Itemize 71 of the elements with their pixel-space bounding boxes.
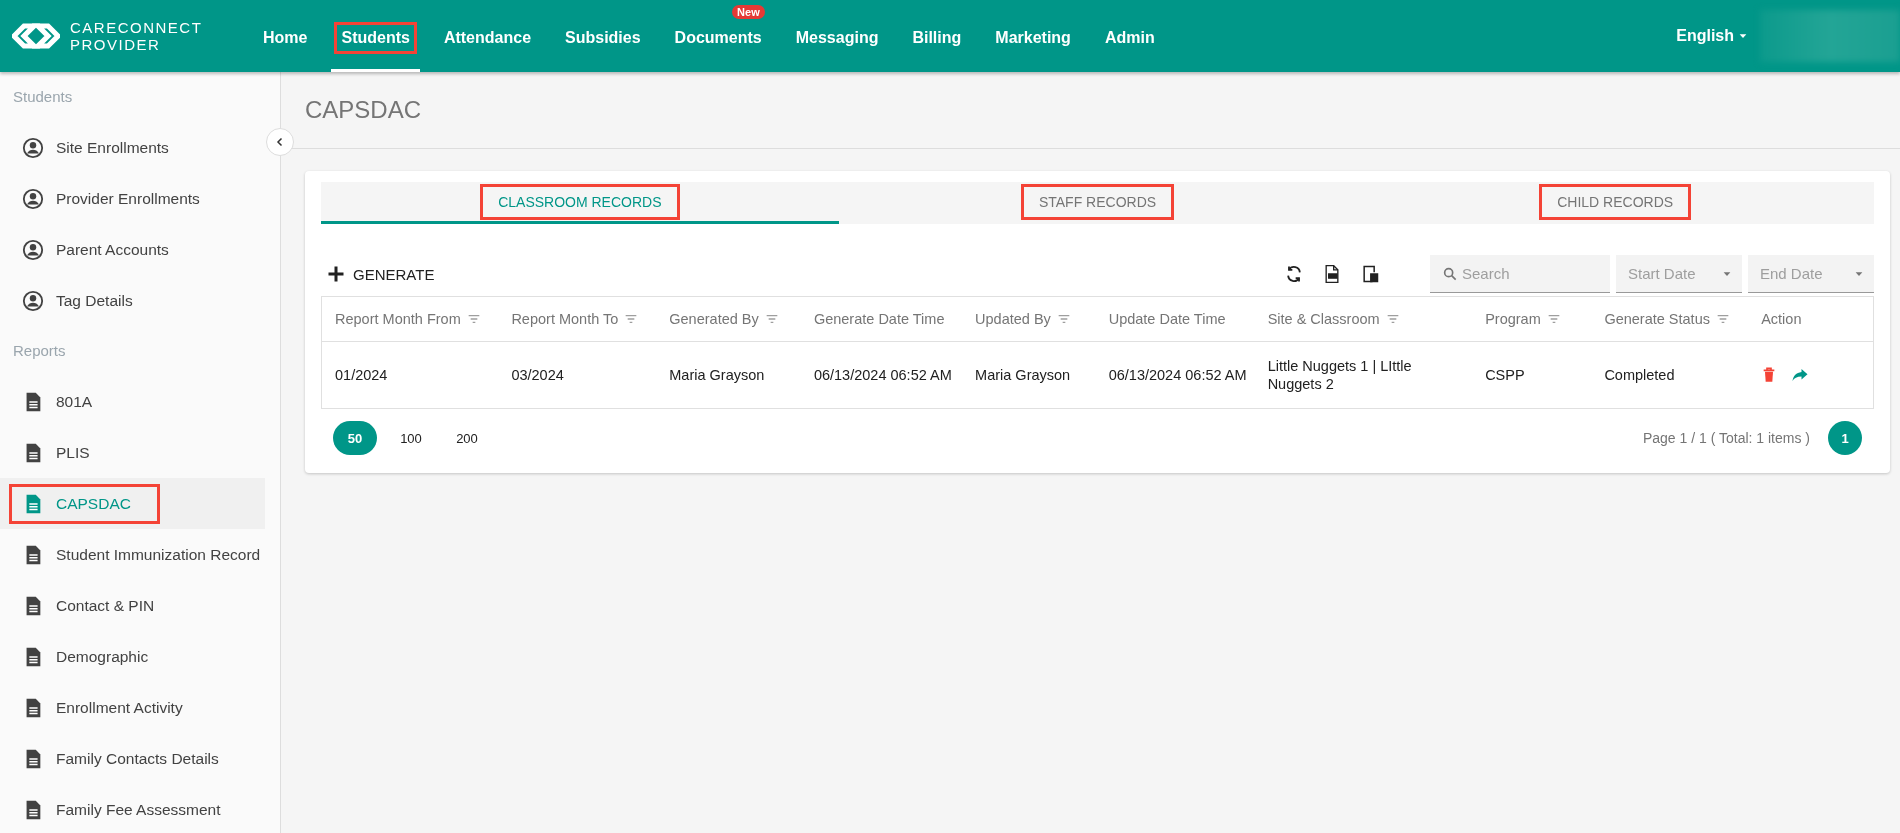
nav-link[interactable]: Students [331, 22, 420, 72]
tab[interactable]: CLASSROOM RECORDS [321, 182, 839, 224]
column-header: Update Date Time [1095, 296, 1255, 342]
page-number[interactable]: 1 [1828, 421, 1862, 455]
section-heading: Students [12, 87, 74, 107]
sidebar-item[interactable]: Demographic [0, 631, 265, 682]
collapse-button[interactable] [266, 128, 294, 156]
column-header: Site & Classroom [1267, 311, 1380, 327]
nav-link[interactable]: Attendance [433, 22, 542, 72]
sidebar-item[interactable]: Family Fee Assessment [0, 784, 265, 833]
column-header: Report Month To [511, 311, 619, 327]
document-export-icon[interactable] [1360, 264, 1380, 284]
end-date-field[interactable]: End Date [1748, 255, 1874, 293]
sidebar-item[interactable]: Provider Enrollments [0, 173, 265, 224]
caret-icon [1854, 269, 1864, 279]
sidebar-item[interactable]: Student Immunization Record [0, 529, 265, 580]
table-cell: Maria Grayson [656, 341, 801, 409]
person-icon [22, 187, 44, 210]
logo-text: CARECONNECT PROVIDER [70, 19, 203, 53]
sidebar-item[interactable]: 801A [0, 376, 265, 427]
page-summary: Page 1 / 1 ( Total: 1 items ) [1642, 430, 1810, 446]
table-cell: 03/2024 [498, 341, 657, 409]
column-header: Generate Status [1604, 311, 1710, 327]
table-cell: Little Nuggets 1 | LIttle Nuggets 2 [1254, 341, 1473, 409]
nav-link[interactable]: Admin [1094, 22, 1165, 72]
start-date-field[interactable]: Start Date [1616, 255, 1742, 293]
table-cell: 06/13/2024 06:52 AM [800, 341, 963, 409]
refresh-icon[interactable] [1284, 264, 1304, 284]
sidebar-item[interactable]: PLIS [0, 427, 265, 478]
sidebar-item[interactable]: Tag Details [0, 275, 265, 326]
page-size-option[interactable]: 100 [389, 421, 433, 455]
nav-link[interactable]: Home [253, 22, 318, 72]
nav-link[interactable]: Billing [902, 22, 972, 72]
column-header: Generated By [669, 311, 759, 327]
nav-link[interactable]: Messaging [785, 22, 889, 72]
person-icon [22, 136, 44, 159]
caret-icon [1738, 31, 1748, 41]
person-icon [22, 238, 44, 261]
person-icon [22, 289, 44, 312]
generate-button[interactable]: GENERATE [321, 264, 441, 284]
search-field[interactable]: Search [1430, 255, 1610, 293]
sidebar-item[interactable]: Site Enrollments [0, 122, 265, 173]
table-cell: Completed [1591, 341, 1749, 409]
language-menu[interactable]: English [1676, 27, 1748, 45]
nav-link[interactable]: Documents [664, 22, 772, 72]
column-header: Report Month From [335, 311, 461, 327]
table-cell: CSPP [1472, 341, 1592, 409]
table-cell: 01/2024 [321, 341, 499, 409]
table-cell: 06/13/2024 06:52 AM [1095, 341, 1255, 409]
search-icon [1442, 266, 1458, 282]
tab[interactable]: CHILD RECORDS [1356, 182, 1874, 224]
nav-link[interactable]: Marketing [985, 22, 1081, 72]
sidebar-item[interactable]: CAPSDAC [0, 478, 265, 529]
column-header: Generate Date Time [800, 296, 963, 342]
sidebar-item[interactable]: Family Contacts Details [0, 733, 265, 784]
page-title: CAPSDAC [305, 96, 422, 124]
table-cell: Maria Grayson [962, 341, 1096, 409]
sidebar-item[interactable]: Enrollment Activity [0, 682, 265, 733]
column-header: Updated By [975, 311, 1051, 327]
column-header: Action [1748, 296, 1874, 342]
plus-icon [327, 265, 345, 283]
page-size-option[interactable]: 200 [445, 421, 489, 455]
column-header: Program [1485, 311, 1541, 327]
caret-icon [1722, 269, 1732, 279]
sidebar-item[interactable]: Contact & PIN [0, 580, 265, 631]
page-size-option[interactable]: 50 [333, 421, 377, 455]
section-heading: Reports [12, 341, 67, 361]
sidebar-item[interactable]: Parent Accounts [0, 224, 265, 275]
new-badge: New [732, 5, 765, 19]
tab[interactable]: STAFF RECORDS [838, 182, 1357, 224]
nav-link[interactable]: Subsidies [555, 22, 651, 72]
